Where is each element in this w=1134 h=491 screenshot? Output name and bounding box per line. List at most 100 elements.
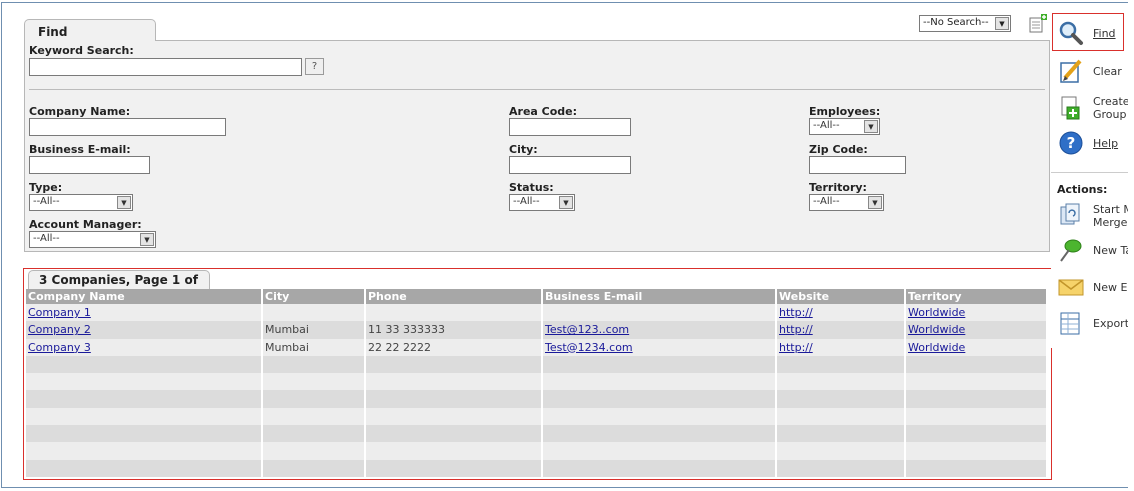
cell-website: http://	[776, 321, 906, 339]
cell-email	[542, 407, 777, 426]
cell-territory	[905, 390, 1048, 408]
cell-email: Test@123..com	[542, 321, 777, 339]
account-manager-select[interactable]: --All-- ▼	[29, 231, 156, 248]
column-header-phone[interactable]: Phone	[365, 289, 543, 304]
status-select[interactable]: --All-- ▼	[509, 194, 575, 211]
column-header-city[interactable]: City	[262, 289, 366, 304]
cell-company	[26, 390, 263, 408]
territory-link[interactable]: Worldwide	[908, 341, 965, 354]
create-group-label-1: Create	[1093, 95, 1130, 108]
territory-label: Territory:	[809, 181, 867, 194]
area-code-label: Area Code:	[509, 105, 578, 118]
area-code-input[interactable]	[509, 118, 631, 136]
cell-territory	[905, 373, 1048, 391]
cell-email	[542, 304, 777, 322]
cell-city	[262, 304, 366, 322]
company-link[interactable]: Company 3	[28, 341, 91, 354]
export-button[interactable]: Export	[1058, 310, 1132, 340]
column-header-territory[interactable]: Territory	[905, 289, 1048, 304]
empty-table-row	[26, 442, 1048, 460]
website-link[interactable]: http://	[779, 341, 813, 354]
employees-select[interactable]: --All-- ▼	[809, 118, 880, 135]
divider	[29, 89, 1045, 90]
cell-city: Mumbai	[262, 338, 366, 356]
cell-territory	[905, 355, 1048, 374]
chevron-down-icon: ▼	[140, 233, 154, 246]
cell-email: Test@1234.com	[542, 338, 777, 356]
cell-phone: 22 22 2222	[365, 338, 543, 356]
keyword-help-button[interactable]: ?	[305, 58, 324, 75]
cell-phone	[365, 355, 543, 374]
start-mail-merge-label-2: Merge	[1093, 216, 1128, 229]
find-button[interactable]: Find	[1058, 20, 1132, 50]
empty-table-row	[26, 390, 1048, 408]
cell-website	[776, 390, 906, 408]
cell-city	[262, 459, 366, 477]
type-select[interactable]: --All-- ▼	[29, 194, 133, 211]
cell-phone	[365, 373, 543, 391]
company-link[interactable]: Company 1	[28, 306, 91, 319]
empty-table-row	[26, 459, 1048, 477]
cell-website: http://	[776, 338, 906, 356]
keyword-search-input[interactable]	[29, 58, 302, 76]
cell-city: Mumbai	[262, 321, 366, 339]
website-link[interactable]: http://	[779, 306, 813, 319]
empty-table-row	[26, 355, 1048, 374]
employees-label: Employees:	[809, 105, 881, 118]
type-select-value: --All--	[33, 196, 60, 207]
saved-search-select[interactable]: --No Search-- ▼	[919, 15, 1011, 32]
cell-phone	[365, 459, 543, 477]
territory-select[interactable]: --All-- ▼	[809, 194, 884, 211]
zip-code-input[interactable]	[809, 156, 906, 174]
cell-territory	[905, 425, 1048, 443]
city-input[interactable]	[509, 156, 631, 174]
company-link[interactable]: Company 2	[28, 323, 91, 336]
city-label: City:	[509, 143, 538, 156]
column-header-business-email[interactable]: Business E-mail	[542, 289, 777, 304]
territory-link[interactable]: Worldwide	[908, 306, 965, 319]
cell-city	[262, 355, 366, 374]
cell-phone: 11 33 333333	[365, 321, 543, 339]
cell-email	[542, 442, 777, 460]
new-email-button[interactable]: New E-	[1058, 274, 1132, 304]
keyword-help-label: ?	[311, 61, 318, 72]
column-header-website[interactable]: Website	[776, 289, 906, 304]
email-link[interactable]: Test@1234.com	[545, 341, 633, 354]
table-row[interactable]: Company 2 Mumbai 11 33 333333 Test@123..com…	[26, 321, 1048, 339]
cell-city	[262, 425, 366, 443]
cell-company	[26, 442, 263, 460]
cell-email	[542, 390, 777, 408]
territory-link[interactable]: Worldwide	[908, 323, 965, 336]
chevron-down-icon: ▼	[117, 196, 131, 209]
create-group-button[interactable]: Create Group	[1058, 95, 1132, 125]
column-header-company-name[interactable]: Company Name	[26, 289, 263, 304]
account-manager-label: Account Manager:	[29, 218, 142, 231]
table-row[interactable]: Company 1 http:// Worldwide	[26, 304, 1048, 322]
business-email-input[interactable]	[29, 156, 150, 174]
table-row[interactable]: Company 3 Mumbai 22 22 2222 Test@1234.com ht…	[26, 338, 1048, 356]
create-group-icon	[1061, 96, 1080, 120]
find-tab-label: Find	[38, 25, 68, 39]
website-link[interactable]: http://	[779, 323, 813, 336]
company-name-input[interactable]	[29, 118, 226, 136]
cell-company: Company 1	[26, 304, 263, 322]
cell-website	[776, 373, 906, 391]
cell-company: Company 2	[26, 321, 263, 339]
cell-city	[262, 390, 366, 408]
cell-phone	[365, 390, 543, 408]
email-link[interactable]: Test@123..com	[545, 323, 629, 336]
cell-territory	[905, 407, 1048, 426]
business-email-label: Business E-mail:	[29, 143, 131, 156]
find-tab[interactable]: Find	[24, 19, 156, 41]
new-task-button[interactable]: New Ta	[1058, 237, 1132, 267]
results-tab: 3 Companies, Page 1 of 1	[28, 270, 210, 301]
help-button-label: Help	[1093, 137, 1119, 150]
new-email-label: New E-	[1093, 281, 1132, 294]
start-mail-merge-button[interactable]: Start M Merge	[1058, 202, 1133, 232]
help-button[interactable]: ? Help	[1058, 130, 1132, 160]
svg-text:?: ?	[1067, 134, 1076, 152]
clear-button[interactable]: Clear	[1058, 58, 1132, 88]
cell-phone	[365, 304, 543, 322]
save-search-icon[interactable]	[1028, 14, 1048, 34]
pushpin-icon	[1060, 239, 1082, 262]
